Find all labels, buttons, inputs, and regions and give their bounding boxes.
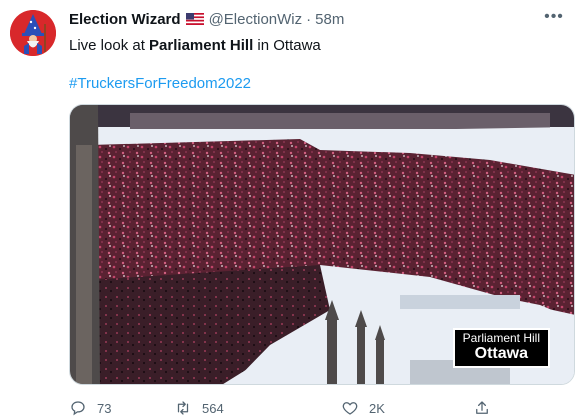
more-dots-icon: •••: [544, 8, 564, 25]
caption-line-2: Ottawa: [474, 345, 528, 363]
retweet-button[interactable]: 564: [174, 399, 224, 417]
share-button[interactable]: [473, 399, 501, 417]
tweet-card[interactable]: Election Wizard @ElectionWiz · 58m ••• L…: [0, 0, 580, 420]
like-button[interactable]: 2K: [341, 399, 385, 417]
header-separator: ·: [306, 10, 312, 28]
tweet-text-bold: Parliament Hill: [149, 37, 254, 54]
reply-count: 73: [97, 400, 112, 416]
tweet-text-prefix: Live look at: [69, 37, 150, 54]
retweet-icon: [177, 401, 189, 415]
author-display-name[interactable]: Election Wizard: [69, 11, 181, 28]
retweet-count: 564: [202, 400, 224, 416]
wizard-avatar-icon: [10, 10, 56, 56]
tweet-timestamp[interactable]: 58m: [315, 11, 344, 28]
share-icon: [476, 401, 488, 414]
caption-line-1: Parliament Hill: [462, 331, 540, 346]
reply-icon: [71, 401, 85, 416]
tweet-media-image[interactable]: Parliament Hill Ottawa: [69, 104, 575, 385]
heart-icon: [342, 402, 358, 415]
hashtag-link[interactable]: #TruckersForFreedom2022: [69, 74, 251, 94]
tweet-text-suffix: in Ottawa: [253, 37, 321, 54]
more-options-button[interactable]: •••: [542, 8, 566, 26]
tweet-text: Live look at Parliament Hill in Ottawa: [69, 36, 321, 56]
tweet-header: Election Wizard @ElectionWiz · 58m: [69, 9, 344, 29]
location-caption: Parliament Hill Ottawa: [452, 328, 550, 368]
like-count: 2K: [369, 400, 385, 416]
author-avatar[interactable]: [10, 10, 56, 56]
us-flag-icon: [185, 13, 204, 25]
reply-button[interactable]: 73: [69, 399, 111, 417]
tweet-actions: 73 564 2K: [69, 399, 509, 419]
author-handle[interactable]: @ElectionWiz: [209, 11, 303, 28]
